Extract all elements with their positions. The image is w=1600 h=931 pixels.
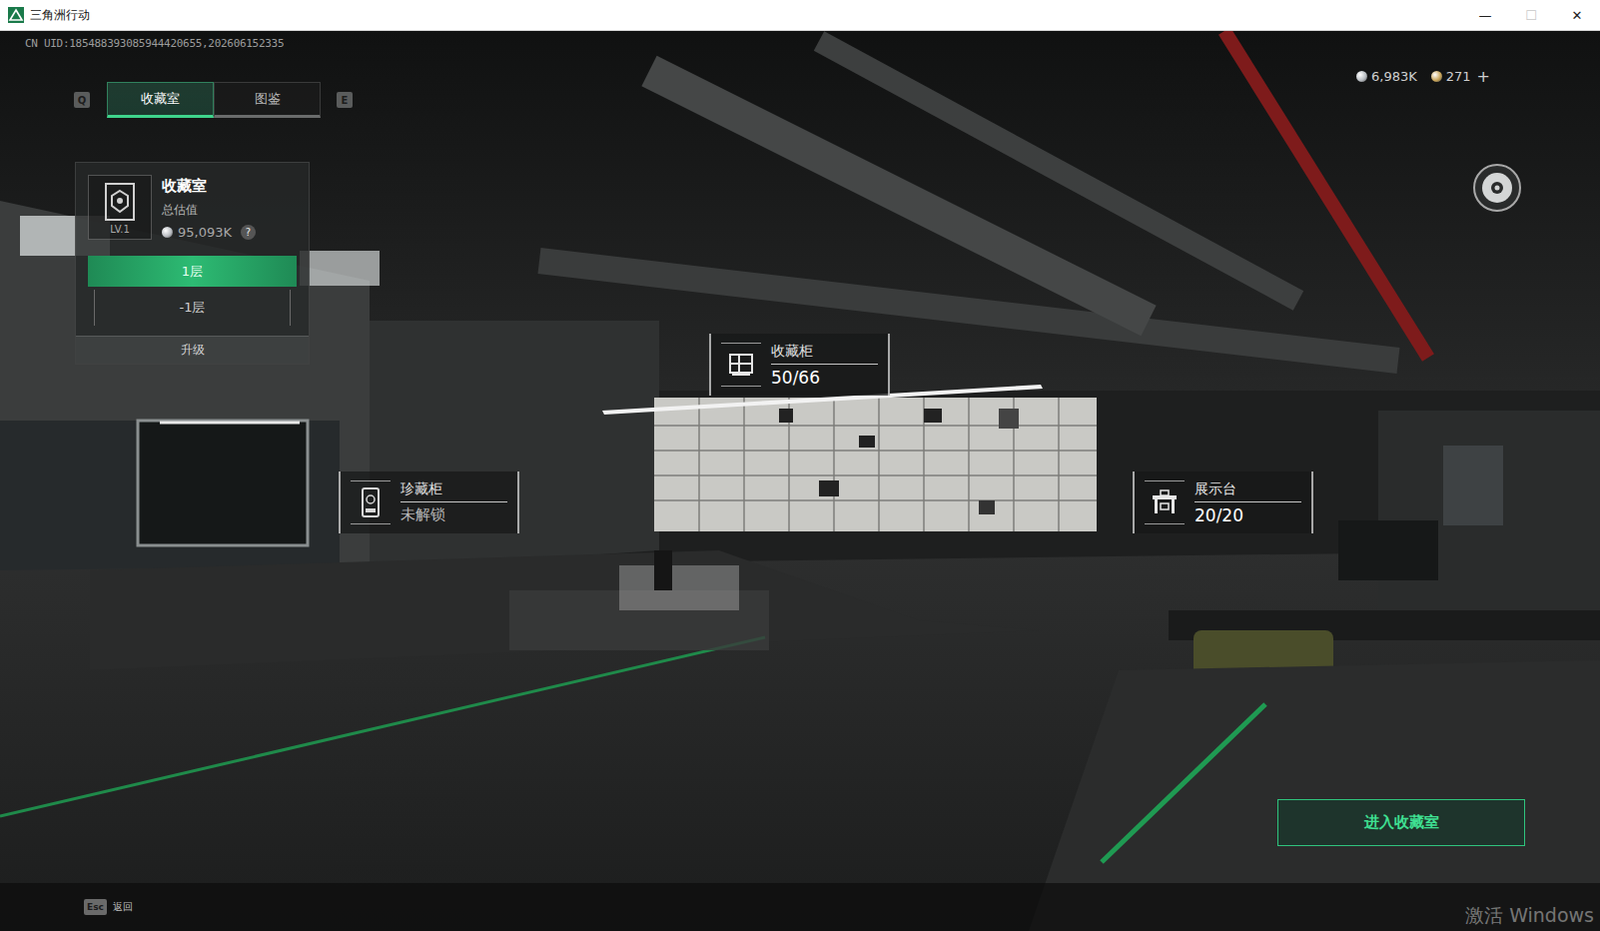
window-control-button[interactable]: ✕	[1554, 0, 1600, 30]
app-window: 三角洲行动—☐✕ 收藏柜50/66 珍藏柜未解锁 展示台20/20 CN UID:185…	[0, 0, 1600, 931]
cabinet-icon	[728, 352, 755, 377]
hotspot-icon-box	[1144, 480, 1185, 525]
bottom-bar: Esc 返回	[0, 882, 1600, 931]
coin-icon	[1356, 70, 1368, 82]
hotspot-value: 未解锁	[400, 502, 508, 525]
hotspot-name: 展示台	[1194, 480, 1302, 503]
prev-key-hint: Q	[73, 91, 90, 108]
hotspot-icon-box	[721, 342, 762, 387]
collection-badge: LV.1	[87, 174, 152, 240]
floor-item[interactable]: 1层	[87, 255, 297, 287]
currency-bar: 6,983K 271 +	[1356, 66, 1491, 86]
window-control-button[interactable]: —	[1462, 0, 1509, 30]
collection-panel: LV.1收藏室总估值95,093K?1层-1层升级	[74, 161, 310, 365]
vault-icon	[360, 487, 381, 518]
windows-watermark: 激活 Windows	[1465, 902, 1595, 929]
hotspot-name: 珍藏柜	[400, 480, 508, 503]
next-key-hint: E	[336, 91, 353, 108]
hotspot-name: 收藏柜	[771, 342, 878, 365]
add-currency-button[interactable]: +	[1477, 66, 1491, 86]
coin-icon	[1431, 70, 1443, 82]
upgrade-button[interactable]: 升级	[75, 335, 309, 364]
disc-icon[interactable]	[1472, 162, 1523, 213]
value-label: 总估值	[161, 201, 256, 219]
floor-list: 1层-1层	[75, 247, 309, 336]
display-stand-icon	[1150, 489, 1179, 516]
uid-text: CN UID:185488393085944420655,20260615233…	[24, 36, 353, 51]
currency: 6,983K	[1356, 68, 1418, 84]
tab-bar: Q 收藏室图鉴 E	[73, 81, 353, 118]
level-text: LV.1	[109, 223, 130, 235]
vault-badge-icon	[102, 181, 137, 222]
tab[interactable]: 图鉴	[213, 81, 321, 118]
floor-item[interactable]: -1层	[93, 289, 291, 326]
game-view: 收藏柜50/66 珍藏柜未解锁 展示台20/20 CN UID:18548839308…	[0, 30, 1600, 931]
currency: 271	[1431, 68, 1472, 84]
coin-icon	[161, 226, 173, 238]
tab[interactable]: 收藏室	[106, 81, 214, 118]
esc-key-hint: Esc	[83, 898, 107, 915]
window-title: 三角洲行动	[29, 6, 1463, 24]
enter-button[interactable]: 进入收藏室	[1277, 799, 1526, 846]
hotspot-icon-box	[350, 480, 391, 525]
window-control-button: ☐	[1508, 0, 1555, 30]
help-button[interactable]: ?	[240, 224, 256, 240]
hotspot-value: 50/66	[771, 364, 878, 388]
hotspot-label[interactable]: 收藏柜50/66	[709, 333, 890, 396]
value-row: 95,093K?	[161, 224, 256, 240]
hud: CN UID:185488393085944420655,20260615233…	[0, 30, 1600, 931]
hotspot-label[interactable]: 珍藏柜未解锁	[338, 471, 520, 534]
game-logo-icon	[7, 6, 24, 23]
back-button[interactable]: 返回	[112, 899, 133, 914]
hotspot-value: 20/20	[1194, 502, 1302, 526]
title-bar: 三角洲行动—☐✕	[0, 0, 1600, 31]
panel-title: 收藏室	[161, 176, 256, 196]
hotspot-label[interactable]: 展示台20/20	[1132, 471, 1314, 534]
